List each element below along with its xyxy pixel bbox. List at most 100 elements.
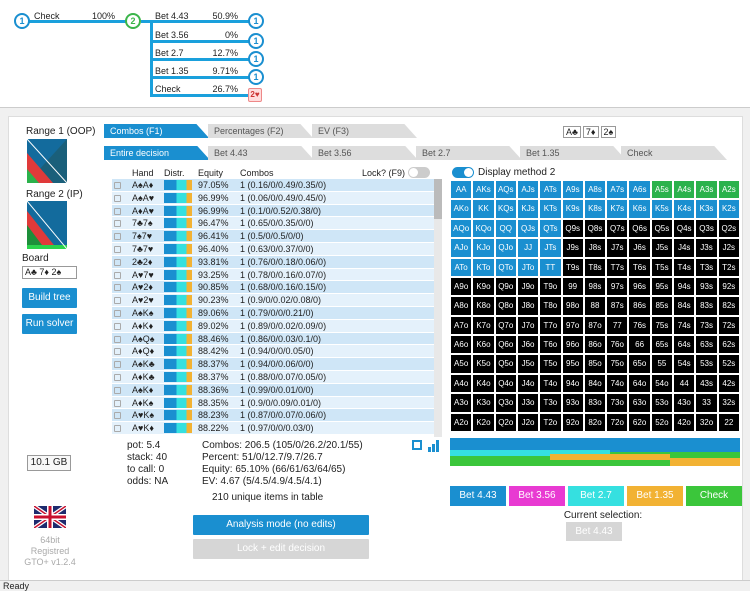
hand-cell[interactable]: A2o	[450, 412, 473, 432]
row-lock-icon[interactable]	[114, 297, 121, 305]
hand-cell[interactable]: T8s	[583, 257, 607, 277]
hand-cell[interactable]: 75s	[650, 315, 674, 336]
tab-bet-4-43[interactable]: Bet 4.43	[208, 146, 314, 160]
hand-cell[interactable]: 62o	[628, 412, 651, 432]
hand-cell[interactable]: T3o	[539, 393, 562, 413]
hand-cell[interactable]: 76s	[628, 315, 651, 336]
row-lock-icon[interactable]	[114, 386, 121, 394]
tree-node-branch-terminal[interactable]: 2♥	[248, 88, 262, 102]
hand-cell[interactable]: A8s	[583, 180, 607, 200]
row-lock-icon[interactable]	[114, 207, 121, 215]
row-lock-icon[interactable]	[114, 233, 121, 241]
tree-node-mid[interactable]: 2	[125, 13, 141, 29]
hand-cell[interactable]: 42s	[717, 373, 740, 394]
hand-cell[interactable]: J7s	[606, 238, 629, 258]
lock-toggle[interactable]	[408, 167, 430, 178]
hand-cell[interactable]: KTs	[539, 199, 562, 219]
hand-cell[interactable]: 54o	[650, 373, 674, 394]
hand-cell[interactable]: J2s	[717, 238, 740, 258]
hand-cell[interactable]: 99	[561, 276, 584, 297]
hand-cell[interactable]: 73o	[606, 393, 629, 413]
hand-cell[interactable]: 93s	[695, 276, 718, 297]
hand-cell[interactable]: 87o	[583, 315, 607, 336]
hand-cell[interactable]: 82o	[583, 412, 607, 432]
hand-cell[interactable]: K8o	[472, 296, 495, 316]
hand-cell[interactable]: J7o	[516, 315, 540, 336]
hand-cell[interactable]: QTo	[494, 257, 517, 277]
hand-cell[interactable]: AKs	[472, 180, 495, 200]
hand-cell[interactable]: AA	[450, 180, 473, 200]
hand-cell[interactable]: 84o	[583, 373, 607, 394]
action-button[interactable]: Bet 4.43	[450, 486, 506, 506]
analysis-mode-button[interactable]: Analysis mode (no edits)	[193, 515, 369, 535]
table-row[interactable]: A♠K♣ 88.37% 1 (0.94/0/0.06/0/0)	[112, 358, 442, 371]
hand-cell[interactable]: Q2s	[717, 218, 740, 239]
row-lock-icon[interactable]	[114, 335, 121, 343]
table-row[interactable]: A♥2♦ 90.85% 1 (0.68/0/0.16/0.15/0)	[112, 281, 442, 295]
hand-cell[interactable]: A5s	[650, 180, 674, 200]
hand-cell[interactable]: J6s	[628, 238, 651, 258]
hand-cell[interactable]: AQo	[450, 218, 473, 239]
hand-cell[interactable]: KTo	[472, 257, 495, 277]
hand-cell[interactable]: T8o	[539, 296, 562, 316]
hand-cell[interactable]: Q3s	[695, 218, 718, 239]
hand-cell[interactable]: 54s	[673, 354, 696, 374]
hand-cell[interactable]: T7s	[606, 257, 629, 277]
hand-cell[interactable]: 92o	[561, 412, 584, 432]
hand-cell[interactable]: A9o	[450, 276, 473, 297]
uk-flag-icon[interactable]	[34, 506, 66, 528]
hand-cell[interactable]: Q4s	[673, 218, 696, 239]
hand-cell[interactable]: K4s	[673, 199, 696, 219]
hand-cell[interactable]: 84s	[673, 296, 696, 316]
hand-cell[interactable]: A7o	[450, 315, 473, 336]
hand-cell[interactable]: 74s	[673, 315, 696, 336]
hand-cell[interactable]: J2o	[516, 412, 540, 432]
hand-cell[interactable]: 63o	[628, 393, 651, 413]
table-row[interactable]: 7♠7♥ 96.41% 1 (0.5/0/0.5/0/0)	[112, 230, 442, 243]
hand-cell[interactable]: 53o	[650, 393, 674, 413]
hand-cell[interactable]: QTs	[539, 218, 562, 239]
hand-cell[interactable]: K3o	[472, 393, 495, 413]
hand-cell[interactable]: AKo	[450, 199, 473, 219]
action-button[interactable]: Bet 3.56	[509, 486, 565, 506]
hand-cell[interactable]: 86o	[583, 335, 607, 355]
hand-cell[interactable]: 97o	[561, 315, 584, 336]
hand-cell[interactable]: 82s	[717, 296, 740, 316]
tree-node-branch[interactable]: 1	[248, 33, 264, 49]
hand-cell[interactable]: 52s	[717, 354, 740, 374]
hand-cell[interactable]: Q5o	[494, 354, 517, 374]
hand-cell[interactable]: Q5s	[650, 218, 674, 239]
hand-cell[interactable]: A5o	[450, 354, 473, 374]
col-hand[interactable]: Hand	[132, 168, 154, 178]
hand-cell[interactable]: 75o	[606, 354, 629, 374]
hand-cell[interactable]: 22	[717, 412, 740, 432]
hand-cell[interactable]: 88	[583, 296, 607, 316]
table-row[interactable]: A♠K♦ 88.36% 1 (0.99/0/0.01/0/0)	[112, 383, 442, 397]
hand-cell[interactable]: 43s	[695, 373, 718, 394]
hand-cell[interactable]: 72s	[717, 315, 740, 336]
hand-cell[interactable]: 87s	[606, 296, 629, 316]
hand-cell[interactable]: 97s	[606, 276, 629, 297]
tab-entire-decision[interactable]: Entire decision	[104, 146, 210, 160]
hand-cell[interactable]: A4o	[450, 373, 473, 394]
col-combos[interactable]: Combos	[240, 168, 274, 178]
table-row[interactable]: A♥7♥ 93.25% 1 (0.78/0/0.16/0.07/0)	[112, 268, 442, 282]
table-row[interactable]: A♦Q♦ 88.42% 1 (0.94/0/0/0.05/0)	[112, 345, 442, 359]
hand-cell[interactable]: 53s	[695, 354, 718, 374]
hand-cell[interactable]: J3s	[695, 238, 718, 258]
hand-cell[interactable]: A6s	[628, 180, 651, 200]
row-lock-icon[interactable]	[114, 245, 121, 253]
tab-combos[interactable]: Combos (F1)	[104, 124, 209, 138]
hand-cell[interactable]: T3s	[695, 257, 718, 277]
hand-cell[interactable]: 64s	[673, 335, 696, 355]
row-lock-icon[interactable]	[114, 220, 121, 228]
tab-ev[interactable]: EV (F3)	[312, 124, 417, 138]
hand-cell[interactable]: 77	[606, 315, 629, 336]
display-method-toggle[interactable]	[452, 167, 474, 178]
hand-cell[interactable]: 44	[673, 373, 696, 394]
hand-cell[interactable]: T2s	[717, 257, 740, 277]
table-row[interactable]: A♥K♦ 88.22% 1 (0.97/0/0/0.03/0)	[112, 422, 442, 435]
table-row[interactable]: A♠A♦ 97.05% 1 (0.16/0/0.49/0.35/0)	[112, 179, 442, 192]
run-solver-button[interactable]: Run solver	[22, 314, 77, 334]
hand-cell[interactable]: 96s	[628, 276, 651, 297]
